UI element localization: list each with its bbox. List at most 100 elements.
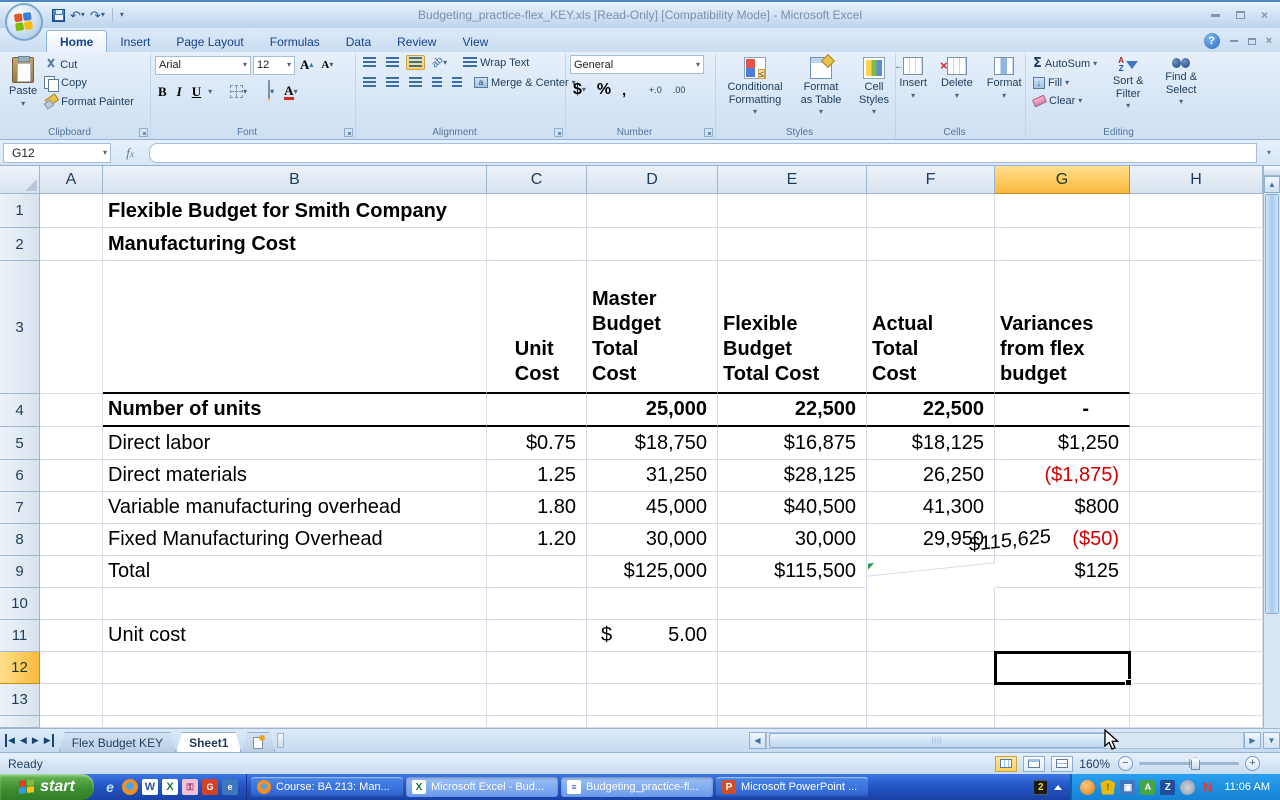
cell-B9[interactable]: Total: [103, 556, 487, 588]
cell-G13[interactable]: [995, 684, 1130, 716]
cell-E13[interactable]: [718, 684, 867, 716]
workbook-restore-button[interactable]: [1248, 38, 1256, 45]
format-as-table-button[interactable]: Format as Table▾: [794, 55, 848, 124]
first-sheet-button[interactable]: ◀: [5, 734, 16, 747]
tab-page-layout[interactable]: Page Layout: [163, 31, 256, 52]
horizontal-scroll-thumb[interactable]: ||||: [769, 733, 1105, 748]
sheet-tab-sheet1[interactable]: Sheet1: [176, 732, 241, 752]
cell-H13[interactable]: [1130, 684, 1263, 716]
cell-C10[interactable]: [487, 588, 587, 620]
row-header-13[interactable]: 13: [0, 684, 40, 716]
cell-E4[interactable]: 22,500: [718, 394, 867, 427]
align-left-button[interactable]: [360, 75, 379, 90]
internet-explorer-icon[interactable]: e: [102, 779, 118, 795]
cell-A4[interactable]: [40, 394, 103, 427]
underline-button[interactable]: U: [189, 82, 204, 102]
cell-E5[interactable]: $16,875: [718, 427, 867, 460]
column-header-C[interactable]: C: [487, 166, 587, 194]
cell-D9[interactable]: $125,000: [587, 556, 718, 588]
cell-H9[interactable]: [1130, 556, 1263, 588]
cell-C11[interactable]: [487, 620, 587, 652]
horizontal-scrollbar[interactable]: ◀ |||| ▶ ▼: [749, 729, 1280, 752]
cell-A5[interactable]: [40, 427, 103, 460]
cell-G14[interactable]: [995, 716, 1130, 728]
grow-font-button[interactable]: A▴: [297, 55, 316, 75]
vertical-split-handle[interactable]: [1264, 166, 1280, 176]
row-header-2[interactable]: 2: [0, 228, 40, 261]
tray-n-icon[interactable]: N: [1200, 780, 1215, 795]
clipboard-dialog-launcher[interactable]: [139, 128, 148, 137]
cell-E8[interactable]: 30,000: [718, 524, 867, 556]
cell-C2[interactable]: [487, 228, 587, 261]
cell-D14[interactable]: [587, 716, 718, 728]
cell-D12[interactable]: [587, 652, 718, 684]
cell-E6[interactable]: $28,125: [718, 460, 867, 492]
column-header-G[interactable]: G: [995, 166, 1130, 194]
cell-H6[interactable]: [1130, 460, 1263, 492]
font-color-button[interactable]: A▾: [281, 82, 300, 102]
increase-indent-button[interactable]: [449, 75, 465, 90]
tab-data[interactable]: Data: [333, 31, 384, 52]
firefox-icon[interactable]: [122, 779, 138, 795]
cell-C5[interactable]: $0.75: [487, 427, 587, 460]
orientation-button[interactable]: ab▾: [429, 55, 450, 70]
cell-B1[interactable]: Flexible Budget for Smith Company: [103, 194, 487, 228]
row-header-8[interactable]: 8: [0, 524, 40, 556]
last-sheet-button[interactable]: ▶: [43, 734, 54, 747]
next-sheet-button[interactable]: ▶: [31, 734, 40, 747]
row-header-10[interactable]: 10: [0, 588, 40, 620]
cell-H7[interactable]: [1130, 492, 1263, 524]
row-header-6[interactable]: 6: [0, 460, 40, 492]
row-header-4[interactable]: 4: [0, 394, 40, 427]
row-header-7[interactable]: 7: [0, 492, 40, 524]
fill-color-button[interactable]: ▾: [265, 80, 277, 103]
cell-H4[interactable]: [1130, 394, 1263, 427]
cut-button[interactable]: Cut: [41, 57, 137, 72]
cell-B10[interactable]: [103, 588, 487, 620]
cell-E11[interactable]: [718, 620, 867, 652]
scroll-down-button[interactable]: ▼: [1263, 732, 1280, 749]
cell-B13[interactable]: [103, 684, 487, 716]
column-header-B[interactable]: B: [103, 166, 487, 194]
cell-H1[interactable]: [1130, 194, 1263, 228]
row-header-3[interactable]: 3: [0, 261, 40, 394]
cell-B6[interactable]: Direct materials: [103, 460, 487, 492]
tray-shield-icon[interactable]: !: [1100, 780, 1115, 795]
excel-icon[interactable]: X: [162, 779, 178, 795]
number-format-select[interactable]: General▾: [570, 55, 704, 74]
task-button-firefox[interactable]: Course: BA 213: Man...: [251, 777, 403, 797]
cell-F13[interactable]: [867, 684, 995, 716]
font-size-select[interactable]: 12▾: [253, 56, 295, 75]
column-header-F[interactable]: F: [867, 166, 995, 194]
vertical-scroll-thumb[interactable]: [1265, 194, 1279, 614]
vertical-scrollbar[interactable]: ▲: [1263, 166, 1280, 728]
cell-E12[interactable]: [718, 652, 867, 684]
font-family-select[interactable]: Arial▾: [155, 56, 251, 75]
tray-volume-icon[interactable]: [1180, 780, 1195, 795]
cell-H11[interactable]: [1130, 620, 1263, 652]
column-header-A[interactable]: A: [40, 166, 103, 194]
increase-decimal-button[interactable]: +.0: [646, 83, 665, 97]
cell-H12[interactable]: [1130, 652, 1263, 684]
cell-D4[interactable]: 25,000: [587, 394, 718, 427]
row-header-5[interactable]: 5: [0, 427, 40, 460]
tray-blue-icon[interactable]: ▣: [1120, 780, 1135, 795]
cell-G5[interactable]: $1,250: [995, 427, 1130, 460]
tab-review[interactable]: Review: [384, 31, 449, 52]
workbook-minimize-button[interactable]: [1230, 40, 1238, 42]
minimize-button[interactable]: [1211, 14, 1220, 17]
app-blue-icon[interactable]: e: [222, 779, 238, 795]
cell-A9[interactable]: [40, 556, 103, 588]
cell-H10[interactable]: [1130, 588, 1263, 620]
copy-button[interactable]: Copy: [41, 75, 137, 91]
find-select-button[interactable]: Find & Select▾: [1156, 55, 1206, 124]
align-center-button[interactable]: [383, 75, 402, 90]
cell-G4[interactable]: -: [995, 394, 1130, 427]
decrease-indent-button[interactable]: [429, 75, 445, 90]
cell-A11[interactable]: [40, 620, 103, 652]
cell-D3[interactable]: Master Budget Total Cost: [587, 261, 718, 394]
cell-H3[interactable]: [1130, 261, 1263, 394]
cell-D10[interactable]: [587, 588, 718, 620]
select-all-corner[interactable]: [0, 166, 40, 194]
cell-A13[interactable]: [40, 684, 103, 716]
